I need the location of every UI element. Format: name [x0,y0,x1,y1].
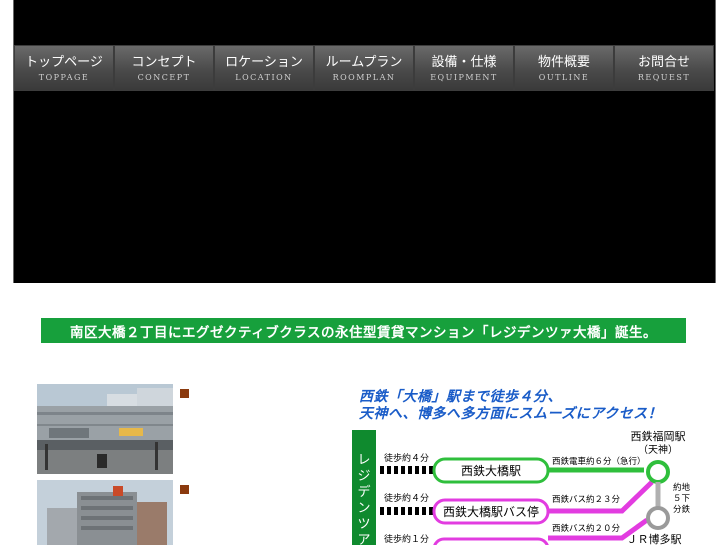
train-route-label: 西鉄電車約６分（急行） [552,456,646,467]
nav-label: ロケーション [225,54,303,70]
nav-sublabel: CONCEPT [137,72,191,82]
bullet-marker [180,389,189,398]
nav-concept[interactable]: コンセプト CONCEPT [114,45,214,91]
origin-label-1: レ [357,453,370,468]
nav-sublabel: REQUEST [637,72,691,82]
nav-label: トップページ [25,54,103,70]
nav-location[interactable]: ロケーション LOCATION [214,45,314,91]
station-2-label: 西鉄大橋駅バス停 [443,504,539,519]
nav-label: お問合せ [637,54,690,70]
walk-time-3: 徒歩約１分 [384,533,429,545]
nav-roomplan[interactable]: ルームプラン ROOMPLAN [314,45,414,91]
nav-equipment[interactable]: 設備・仕様 EQUIPMENT [414,45,514,91]
access-headline-2: 天神へ、博多へ多方面にスムーズにアクセス！ [359,406,663,422]
origin-label-3: デ [357,484,370,500]
station-photo [37,384,173,474]
subway-note-2: ５下 [673,494,691,504]
nav-sublabel: OUTLINE [538,72,590,82]
hero-area [14,91,714,283]
walk-time-1: 徒歩約４分 [384,452,429,464]
nav-sublabel: TOPPAGE [38,72,90,82]
dest-2-name: ＪＲ博多駅 [627,532,682,545]
building-photo [37,480,173,545]
subway-note-1: 約地 [673,482,691,493]
dest-1-name: 西鉄福岡駅 [631,430,686,443]
bullet-marker [180,485,189,494]
origin-label-2: ジ [357,469,370,484]
nav-request[interactable]: お問合せ REQUEST [614,45,714,91]
origin-label-6: ア [357,533,370,545]
station-1-label: 西鉄大橋駅 [461,463,521,478]
main-nav: トップページ TOPPAGE コンセプト CONCEPT ロケーション LOCATIO… [14,45,714,91]
walk-time-2: 徒歩約４分 [384,492,429,504]
dest-1-node [646,460,670,484]
nav-label: 物件概要 [537,54,590,70]
station-photo-image [37,384,173,474]
nav-sublabel: EQUIPMENT [430,72,498,82]
dest-2-node [646,506,670,530]
nav-toppage[interactable]: トップページ TOPPAGE [14,45,114,91]
nav-label: 設備・仕様 [431,54,497,70]
nav-sublabel: LOCATION [235,72,293,82]
bus-route-label-2: 西鉄バス約２０分 [552,523,621,534]
station-3-box [433,537,549,545]
intro-banner: 南区大橋２丁目にエグゼクティブクラスの永住型賃貸マンション「レジデンツァ大橋」誕… [41,318,686,343]
building-photo-image [37,480,173,545]
access-route-map: レ ジ デ ン ツ ア 徒歩約４分 徒歩約４分 徒歩約１分 西鉄大橋駅 西鉄電車… [352,430,691,545]
dest-1-sub: （天神） [638,443,678,456]
subway-note-3: 分鉄 [673,504,691,515]
nav-outline[interactable]: 物件概要 OUTLINE [514,45,614,91]
bus-route-label-1: 西鉄バス約２３分 [552,494,621,505]
origin-label-4: ン [357,501,370,516]
nav-label: コンセプト [131,54,197,70]
nav-sublabel: ROOMPLAN [332,72,396,82]
origin-label-5: ツ [357,517,370,532]
nav-label: ルームプラン [325,54,403,70]
